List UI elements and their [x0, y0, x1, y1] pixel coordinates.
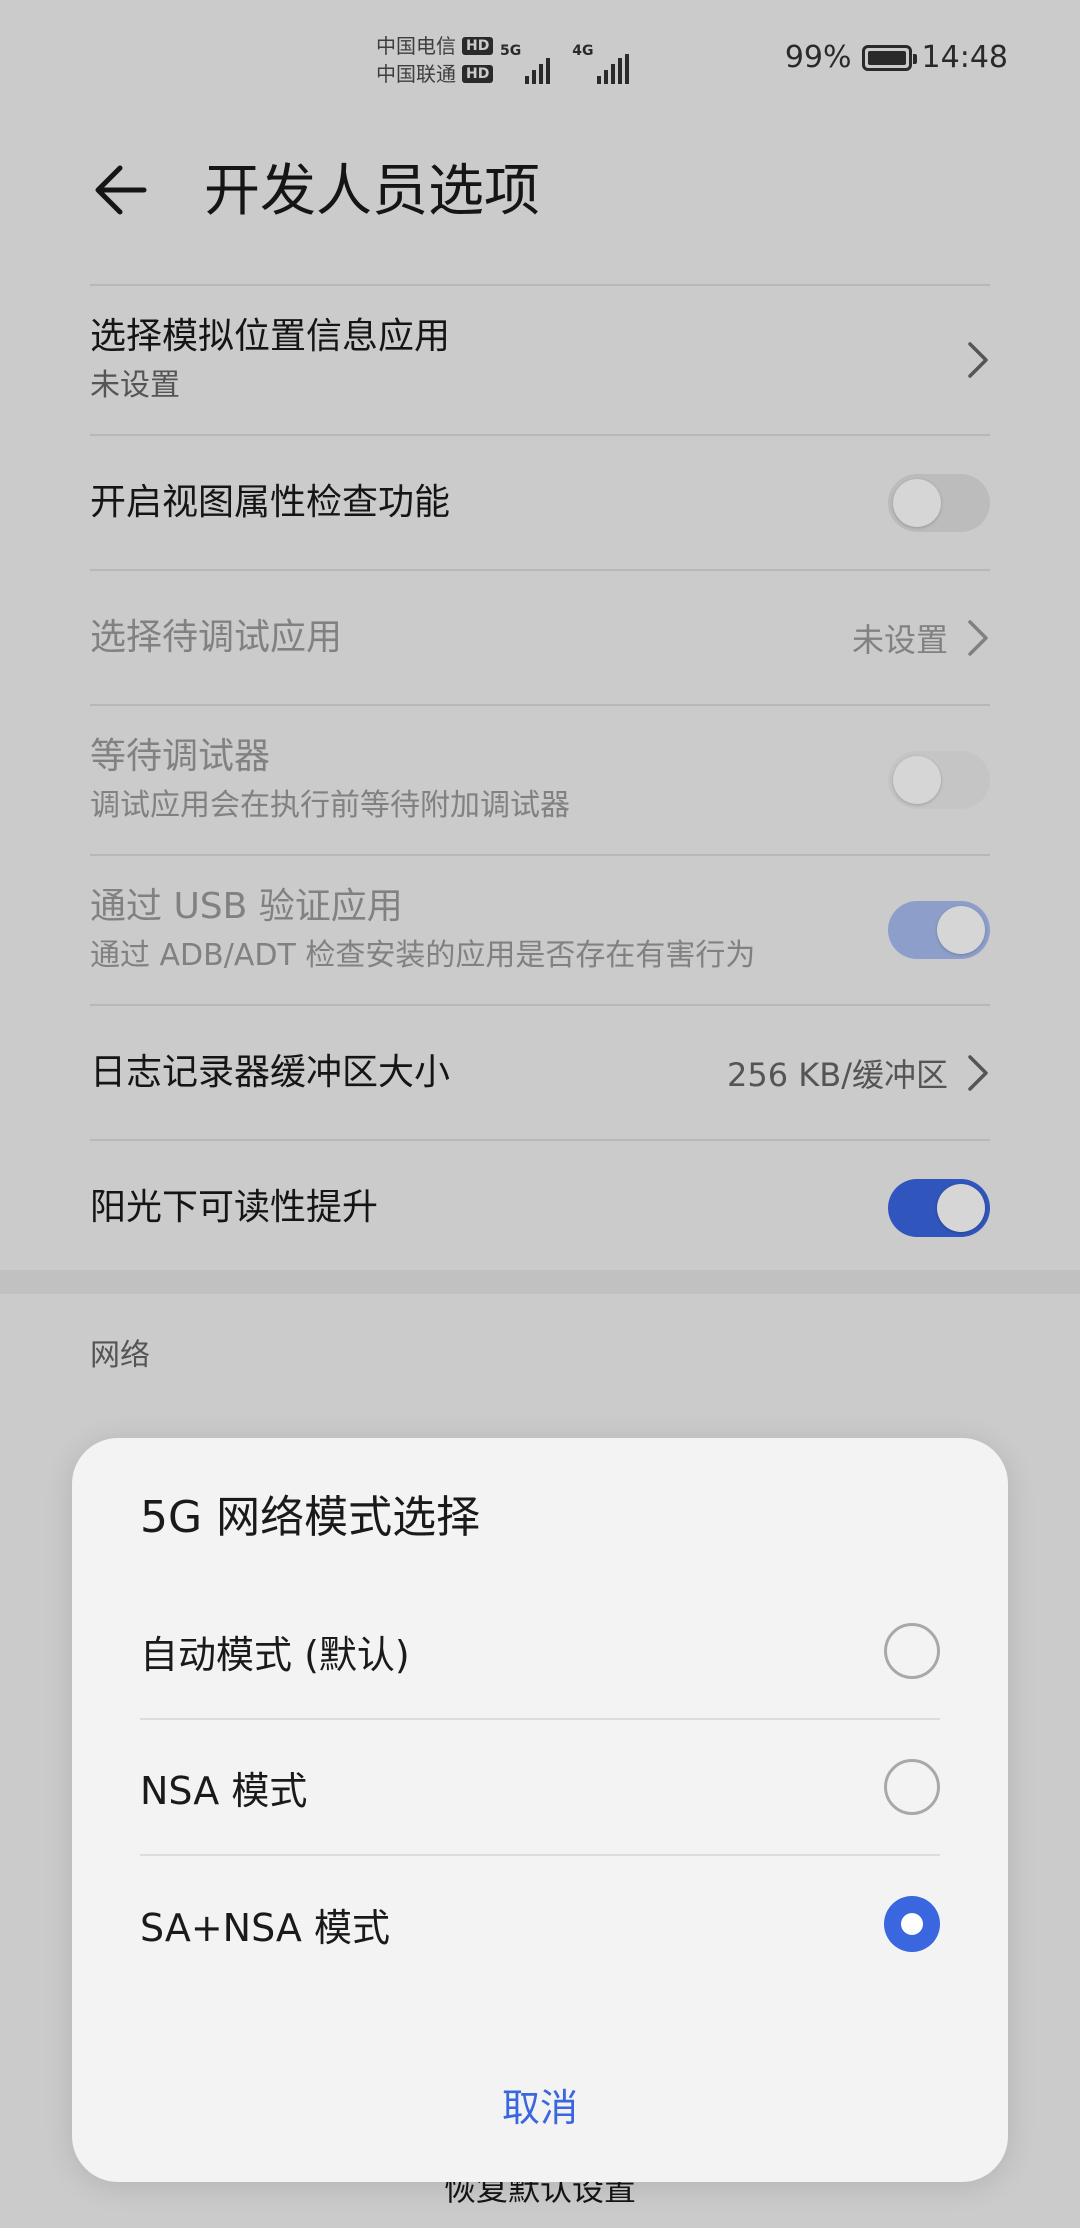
option-sa-nsa[interactable]: SA+NSA 模式 — [140, 1856, 940, 1992]
radio-button[interactable] — [884, 1623, 940, 1679]
mode-options: 自动模式 (默认) NSA 模式 SA+NSA 模式 — [140, 1584, 940, 1992]
dialog-title: 5G 网络模式选择 — [140, 1492, 481, 1543]
option-label: 自动模式 (默认) — [140, 1632, 410, 1677]
radio-button[interactable] — [884, 1759, 940, 1815]
cancel-button[interactable]: 取消 — [72, 2068, 1008, 2148]
option-label: SA+NSA 模式 — [140, 1905, 390, 1950]
option-auto[interactable]: 自动模式 (默认) — [140, 1584, 940, 1720]
option-nsa[interactable]: NSA 模式 — [140, 1720, 940, 1856]
radio-button-selected[interactable] — [884, 1896, 940, 1952]
network-mode-dialog: 5G 网络模式选择 自动模式 (默认) NSA 模式 SA+NSA 模式 取消 — [72, 1438, 1008, 2182]
option-label: NSA 模式 — [140, 1768, 308, 1813]
